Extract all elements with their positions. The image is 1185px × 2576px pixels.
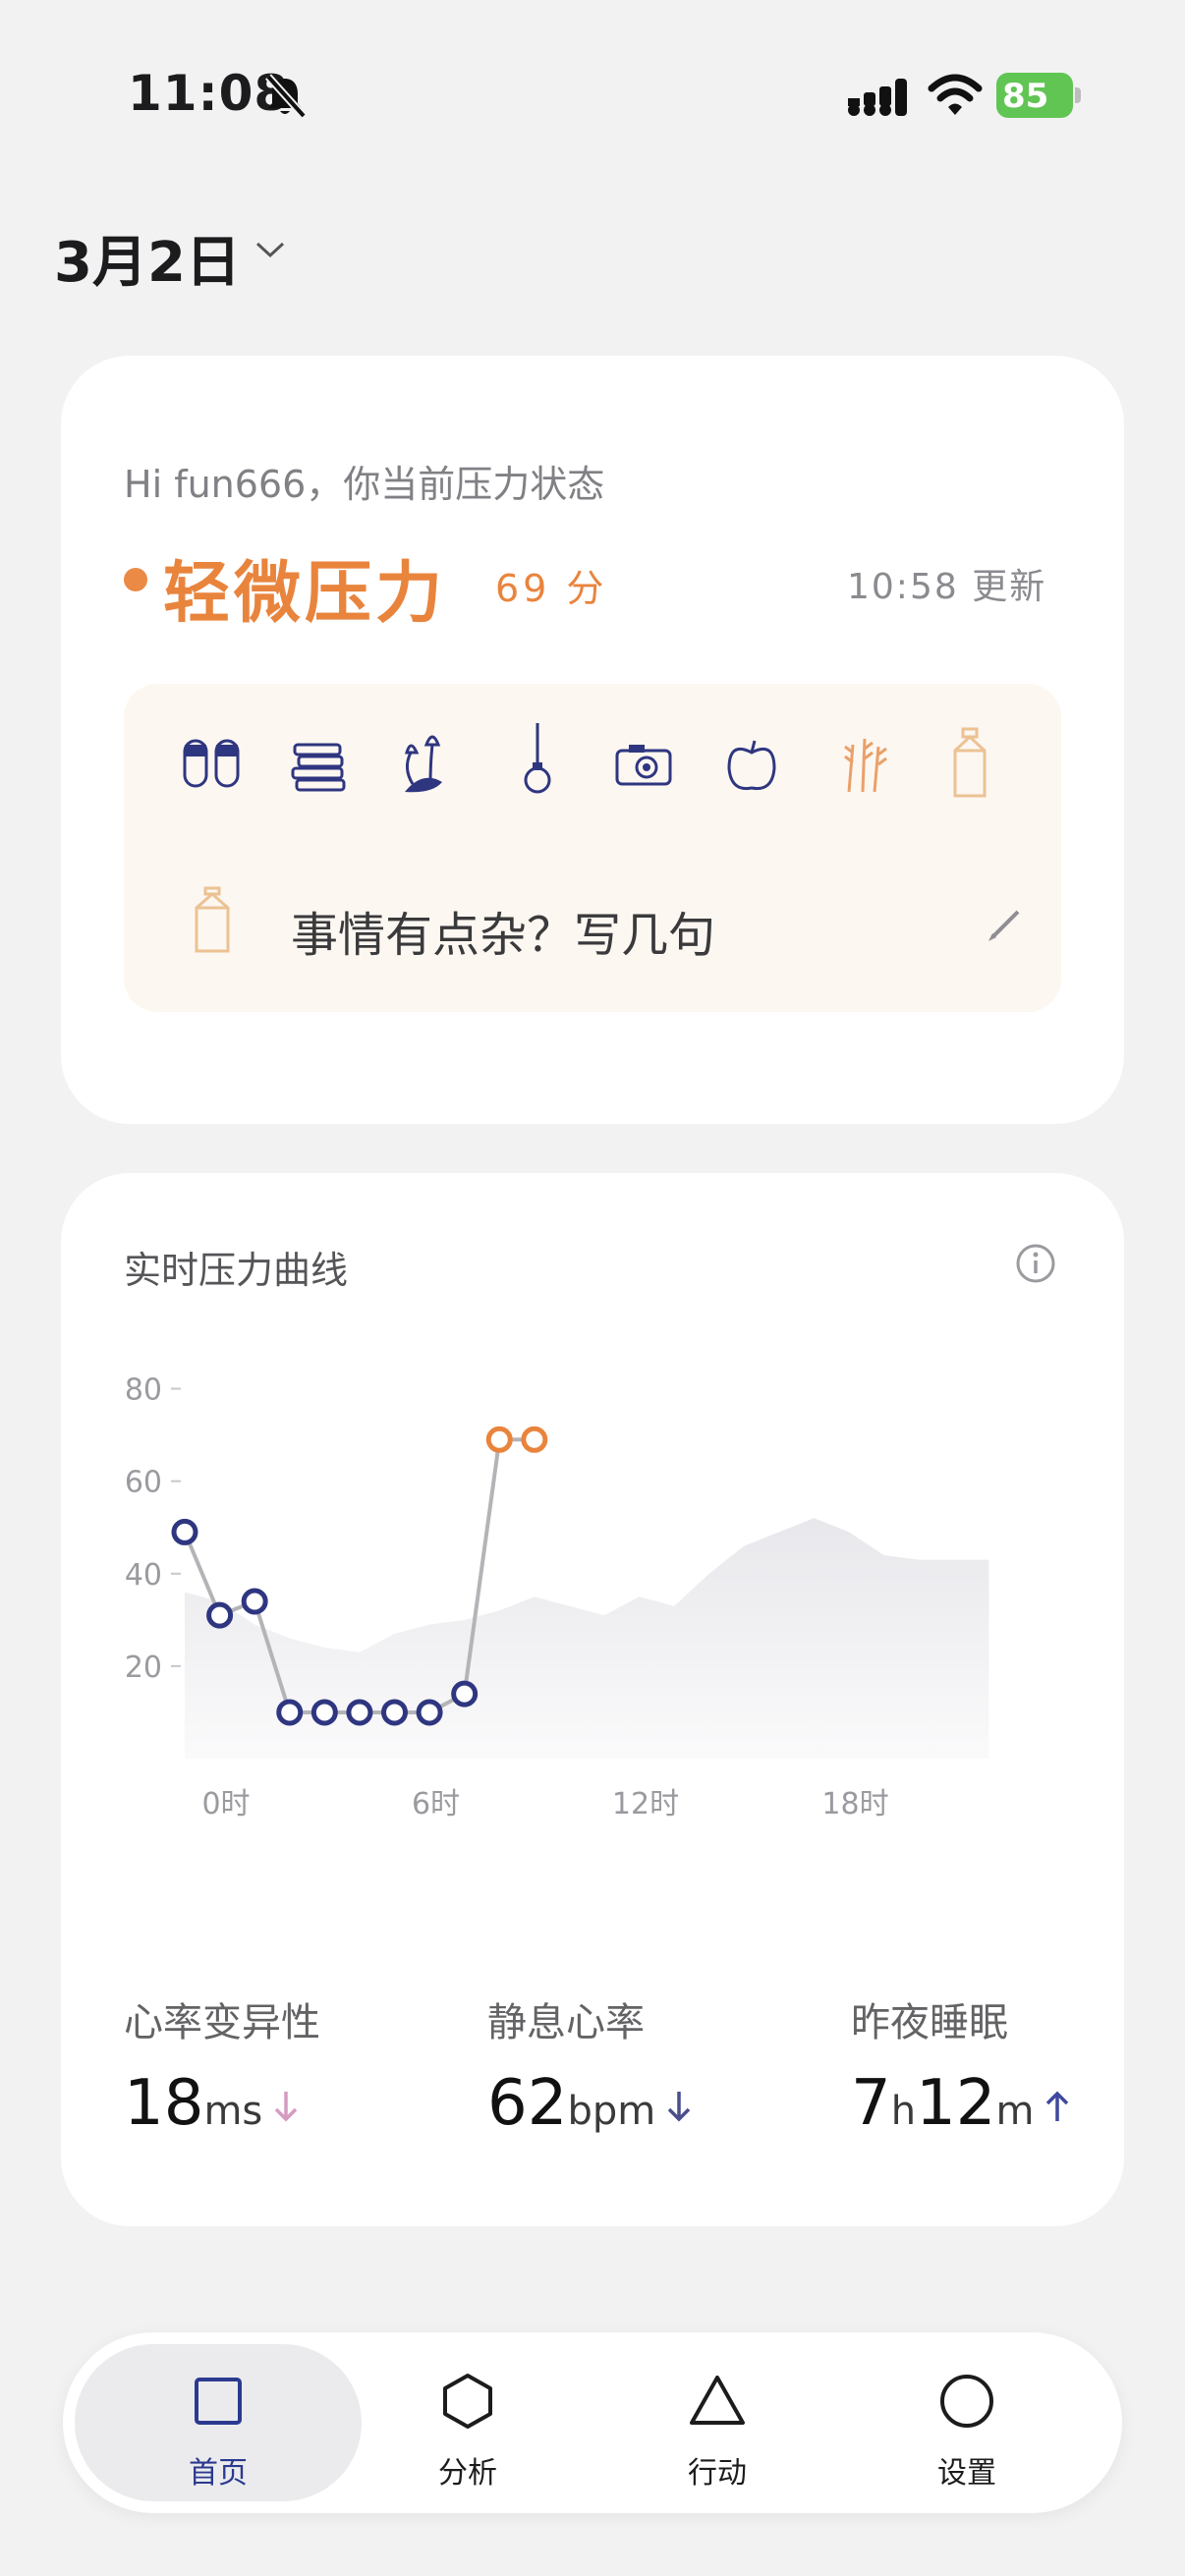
wheat-icon[interactable] [827, 723, 896, 802]
greeting-text: Hi fun666，你当前压力状态 [124, 463, 605, 506]
books-icon[interactable] [285, 723, 354, 802]
battery-indicator: 85 [996, 73, 1083, 118]
square-icon [195, 2378, 242, 2425]
tab-home[interactable]: 首页 [100, 2344, 336, 2501]
resting-hr-unit: bpm [567, 2089, 656, 2134]
battery-level: 85 [1002, 77, 1049, 116]
sleep-hours: 7 [851, 2067, 891, 2140]
metric-label-hrv: 心率变异性 [124, 2000, 320, 2045]
y-tick-label: 80 [125, 1373, 162, 1408]
metric-value-hrv: 18ms [124, 2067, 300, 2140]
sleep-minutes: 12 [916, 2067, 996, 2140]
stress-data-point[interactable] [416, 1699, 443, 1726]
y-tick-label: 20 [125, 1651, 162, 1685]
stress-level: 轻微压力 [163, 555, 447, 633]
chart-title: 实时压力曲线 [124, 1249, 349, 1292]
date-selector[interactable]: 3月2日 [54, 218, 241, 298]
circle-icon [940, 2375, 993, 2428]
wifi-icon [928, 74, 983, 115]
tab-analysis[interactable]: 分析 [350, 2344, 586, 2501]
y-tick-label: 40 [125, 1558, 162, 1593]
pencil-icon[interactable] [987, 906, 1024, 943]
stress-data-point[interactable] [381, 1699, 408, 1726]
arrow-down-icon [667, 2092, 691, 2122]
stress-data-point[interactable] [485, 1426, 513, 1453]
triangle-icon [690, 2376, 745, 2425]
camera-icon[interactable] [609, 723, 678, 802]
metric-value-resting-hr: 62bpm [487, 2067, 693, 2140]
metric-label-resting-hr: 静息心率 [487, 2000, 645, 2045]
stress-data-point[interactable] [276, 1699, 304, 1726]
stress-line-chart: 20 40 60 80 0时 6时 12时 18时 [125, 1373, 989, 1821]
metric-value-sleep: 7h12m [851, 2067, 1071, 2140]
stress-data-point[interactable] [451, 1680, 479, 1708]
arrow-down-icon [275, 2092, 298, 2122]
tab-label-settings: 设置 [937, 2456, 996, 2491]
chevron-down-icon[interactable] [254, 238, 287, 261]
milk-carton-icon[interactable] [189, 886, 236, 955]
tab-label-action: 行动 [688, 2456, 747, 2491]
stress-level-dot [124, 568, 147, 591]
x-tick-label: 6时 [412, 1787, 460, 1821]
x-tick-label: 18时 [821, 1787, 888, 1821]
y-tick-label: 60 [125, 1466, 162, 1500]
sleep-minutes-unit: m [995, 2089, 1035, 2134]
cellular-signal-icon [848, 79, 907, 116]
apple-icon[interactable] [717, 723, 786, 802]
tulips-icon[interactable] [393, 723, 462, 802]
x-tick-label: 0时 [201, 1787, 250, 1821]
tab-label-home: 首页 [189, 2456, 248, 2491]
stress-score: 69 分 [495, 567, 608, 610]
milk-carton-icon[interactable] [935, 723, 1004, 802]
bell-slash-icon [265, 74, 307, 119]
stress-data-point[interactable] [310, 1699, 338, 1726]
metric-label-sleep: 昨夜睡眠 [851, 2000, 1008, 2045]
journal-prompt[interactable]: 事情有点杂？写几句 [291, 896, 715, 965]
tab-settings[interactable]: 设置 [849, 2344, 1085, 2501]
stress-data-point[interactable] [521, 1426, 548, 1453]
update-time: 10:58 更新 [847, 567, 1047, 607]
hrv-value: 18 [124, 2067, 204, 2140]
hrv-unit: ms [203, 2089, 263, 2134]
background-area [185, 1518, 989, 1759]
sleep-hours-unit: h [890, 2089, 917, 2134]
stress-data-point[interactable] [171, 1518, 198, 1545]
tab-action[interactable]: 行动 [599, 2344, 835, 2501]
info-icon[interactable] [1014, 1242, 1057, 1285]
resting-hr-value: 62 [487, 2067, 568, 2140]
stress-data-point[interactable] [241, 1588, 268, 1615]
slippers-icon[interactable] [177, 723, 246, 802]
tab-label-analysis: 分析 [438, 2456, 497, 2491]
hexagon-icon [443, 2374, 492, 2429]
lightbulb-icon[interactable] [503, 723, 572, 802]
stress-data-point[interactable] [206, 1601, 234, 1629]
arrow-up-icon [1046, 2091, 1069, 2122]
x-tick-label: 12时 [612, 1787, 679, 1821]
stress-data-point[interactable] [346, 1699, 373, 1726]
